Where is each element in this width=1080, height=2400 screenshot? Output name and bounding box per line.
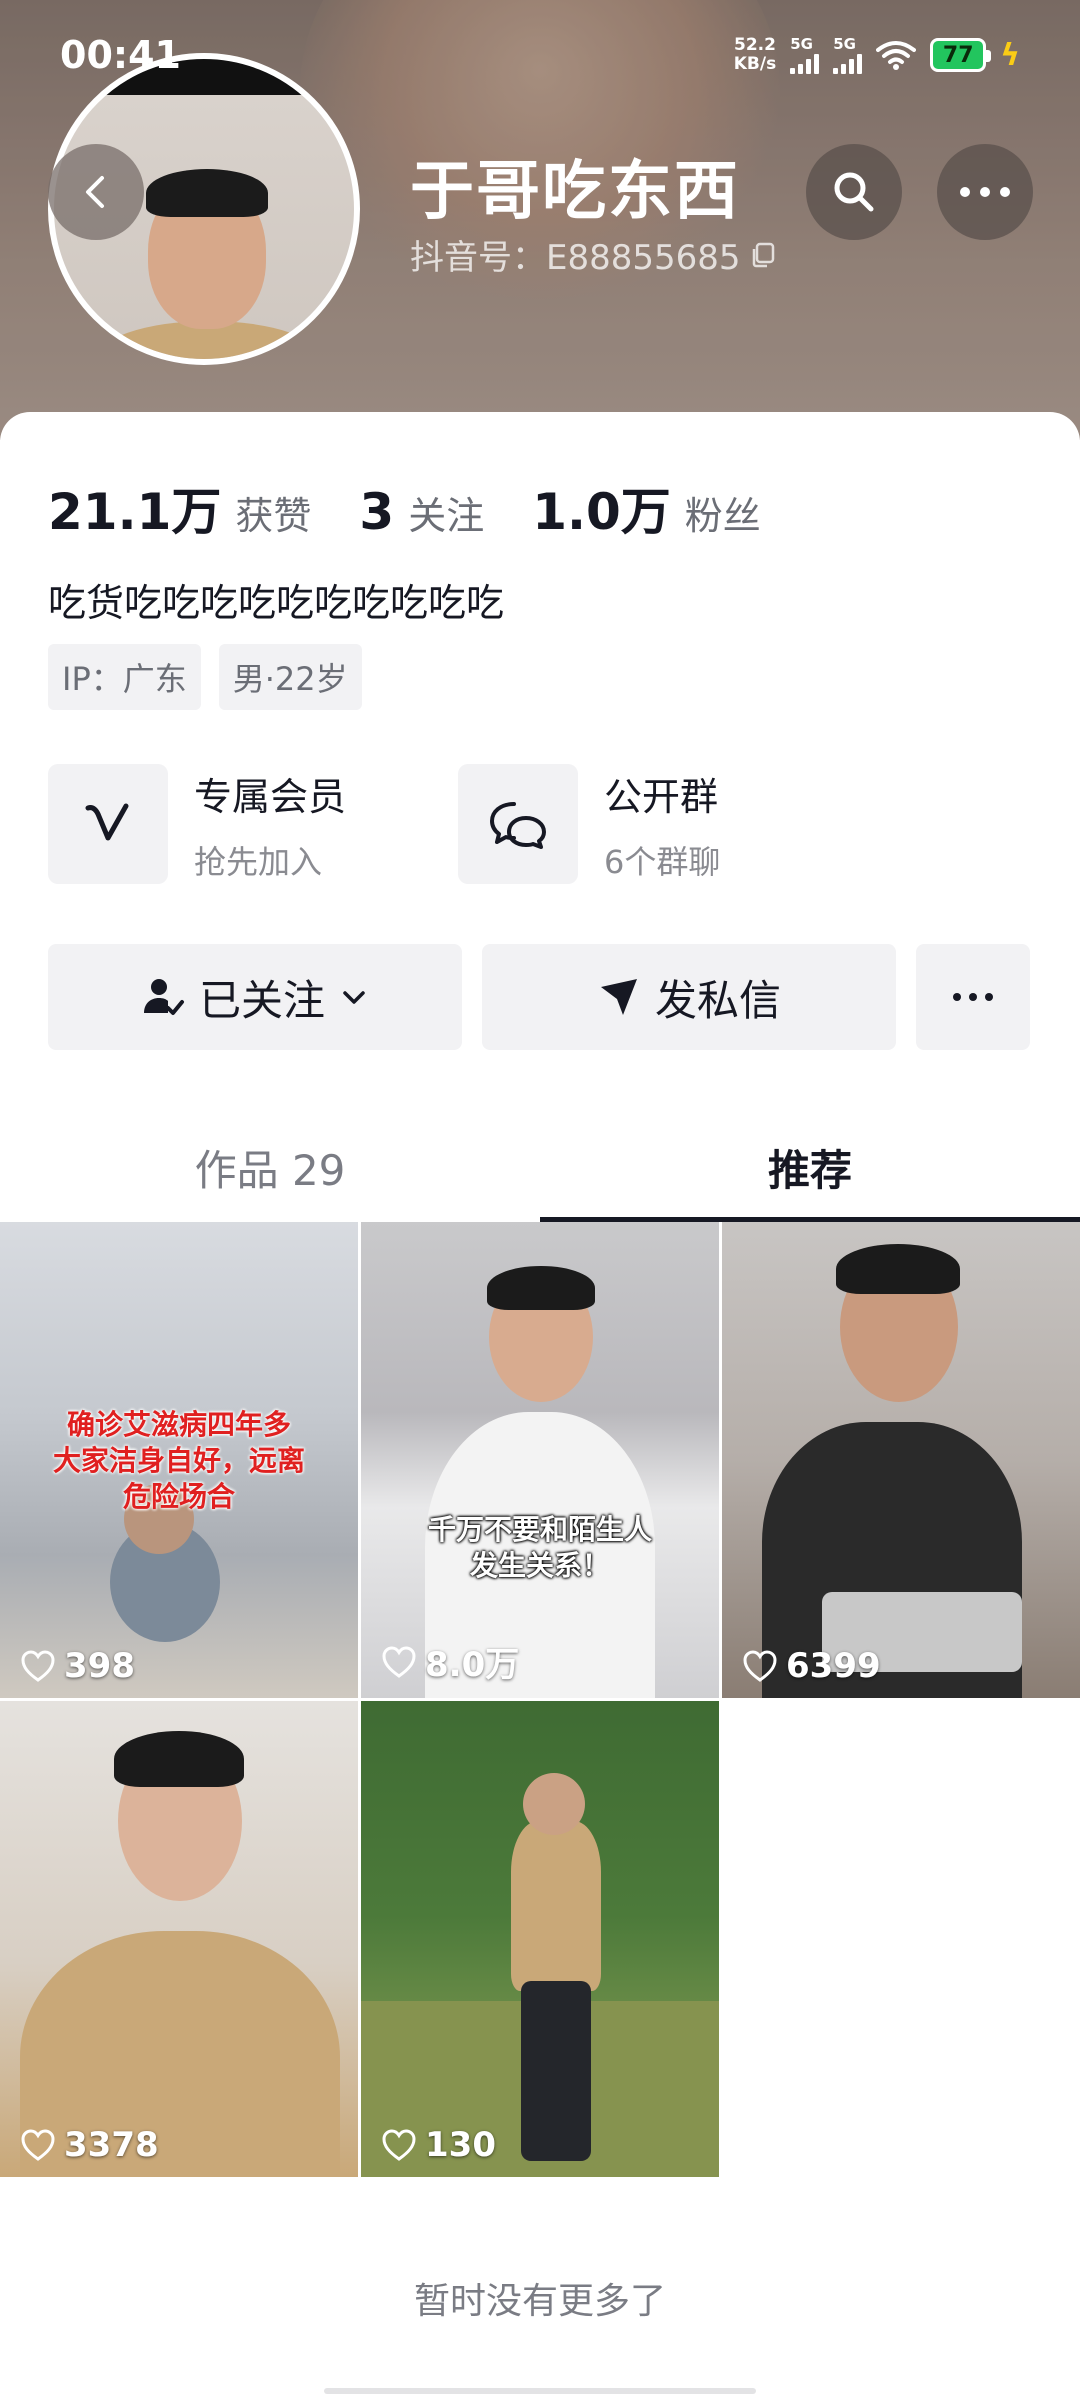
- more-actions-button[interactable]: [916, 944, 1030, 1050]
- followed-button[interactable]: 已关注: [48, 944, 462, 1050]
- charging-icon: ϟ: [1000, 37, 1020, 73]
- video-likes: 3378: [20, 2125, 159, 2165]
- douyin-id[interactable]: 抖音号：E88855685: [410, 230, 777, 279]
- send-paper-plane-icon: [600, 979, 637, 1015]
- no-more-content-text: 暂时没有更多了: [413, 2281, 666, 2322]
- more-options-button[interactable]: [937, 144, 1033, 240]
- tab-works[interactable]: 作品 29: [0, 1112, 540, 1222]
- video-thumbnail[interactable]: 3378: [0, 1701, 358, 2177]
- video-thumbnail[interactable]: 6399: [722, 1222, 1080, 1698]
- vip-v-icon: [85, 803, 129, 841]
- video-likes: 6399: [742, 1646, 881, 1686]
- back-button[interactable]: [48, 144, 144, 240]
- search-button[interactable]: [806, 144, 902, 240]
- video-likes: 8.0万: [381, 1637, 519, 1686]
- profile-stats: 21.1万 获赞 3 关注 1.0万 粉丝: [48, 472, 809, 544]
- group-chat-icon: [490, 802, 546, 849]
- more-dots-icon: [953, 993, 993, 1001]
- chevron-down-icon: [343, 991, 365, 1004]
- stat-likes[interactable]: 21.1万 获赞: [48, 472, 311, 544]
- signal-sim1-icon: 5G: [790, 36, 820, 74]
- profile-actions: 已关注 发私信: [48, 944, 1030, 1050]
- tab-recommend[interactable]: 推荐: [540, 1112, 1080, 1222]
- user-check-icon: [143, 979, 184, 1015]
- exclusive-membership[interactable]: 专属会员 抢先加入: [48, 764, 458, 884]
- heart-icon: [382, 2129, 416, 2161]
- heart-icon: [21, 1650, 55, 1682]
- tag-ip-location: IP：广东: [48, 644, 201, 710]
- profile-nickname: 于哥吃东西: [410, 155, 740, 229]
- video-likes: 130: [381, 2125, 496, 2165]
- more-dots-icon: [960, 187, 1010, 197]
- profile-bio: 吃货吃吃吃吃吃吃吃吃吃吃: [48, 581, 505, 625]
- video-grid: 确诊艾滋病四年多 大家洁身自好，远离 危险场合 398 千万不要和陌生人 发生关…: [0, 1222, 1080, 2177]
- chevron-left-icon: [86, 176, 104, 208]
- heart-icon: [21, 2129, 55, 2161]
- video-caption: 千万不要和陌生人 发生关系！: [427, 1513, 652, 1582]
- signal-sim2-icon: 5G: [833, 36, 863, 74]
- profile-features: 专属会员 抢先加入 公开群 6个群聊: [48, 764, 868, 884]
- video-likes: 398: [20, 1646, 135, 1686]
- public-group[interactable]: 公开群 6个群聊: [458, 764, 868, 884]
- video-thumbnail[interactable]: 千万不要和陌生人 发生关系！ 8.0万: [361, 1222, 719, 1698]
- status-icons: 52.2 KB/s 5G 5G 77 ϟ: [734, 36, 1020, 74]
- copy-icon[interactable]: [749, 241, 777, 269]
- send-message-button[interactable]: 发私信: [482, 944, 896, 1050]
- wifi-icon: [876, 41, 917, 70]
- search-icon: [834, 172, 874, 212]
- stat-followers[interactable]: 1.0万 粉丝: [532, 472, 761, 544]
- battery-icon: 77: [930, 38, 992, 72]
- stat-following[interactable]: 3 关注: [359, 483, 484, 541]
- heart-icon: [382, 1645, 416, 1678]
- video-caption: 确诊艾滋病四年多 大家洁身自好，远离 危险场合: [52, 1408, 305, 1513]
- profile-tags: IP：广东 男·22岁: [48, 644, 362, 710]
- home-indicator[interactable]: [324, 2388, 756, 2394]
- network-speed: 52.2 KB/s: [733, 35, 777, 74]
- video-thumbnail[interactable]: 130: [361, 1701, 719, 2177]
- profile-tabs: 作品 29 推荐: [0, 1112, 1080, 1222]
- tag-gender-age: 男·22岁: [218, 644, 362, 710]
- heart-icon: [743, 1650, 777, 1682]
- profile-card: 21.1万 获赞 3 关注 1.0万 粉丝 吃货吃吃吃吃吃吃吃吃吃吃 IP：广东…: [0, 412, 1080, 2400]
- status-bar: 00:41 52.2 KB/s 5G 5G 77 ϟ: [0, 0, 1080, 110]
- status-time: 00:41: [60, 33, 181, 77]
- video-thumbnail[interactable]: 确诊艾滋病四年多 大家洁身自好，远离 危险场合 398: [0, 1222, 358, 1698]
